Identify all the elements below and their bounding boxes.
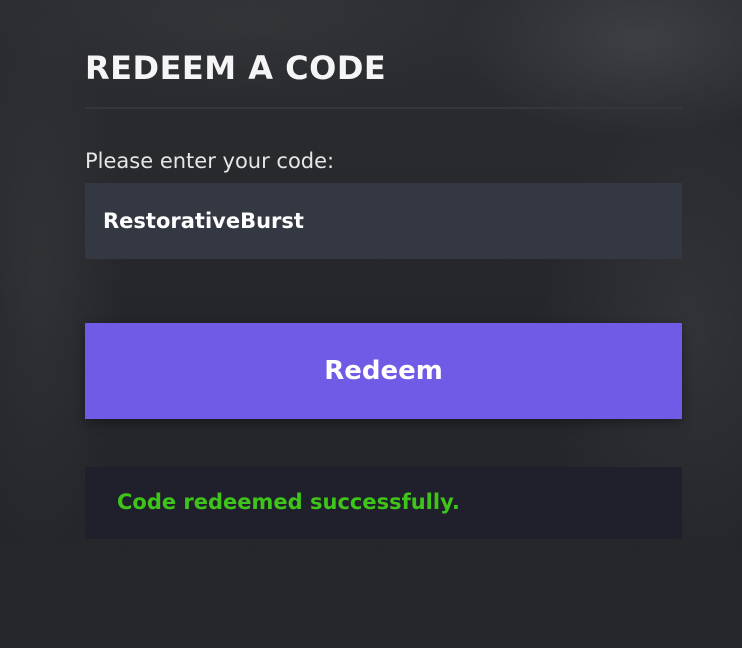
page-background: REDEEM A CODE Please enter your code: Re… (0, 0, 742, 648)
status-message-box: Code redeemed successfully. (85, 467, 682, 539)
code-input[interactable] (85, 183, 682, 259)
page-title: REDEEM A CODE (85, 49, 387, 87)
redeem-button[interactable]: Redeem (85, 323, 682, 419)
title-divider (85, 107, 682, 109)
code-input-label: Please enter your code: (85, 149, 335, 173)
success-message: Code redeemed successfully. (117, 490, 460, 514)
